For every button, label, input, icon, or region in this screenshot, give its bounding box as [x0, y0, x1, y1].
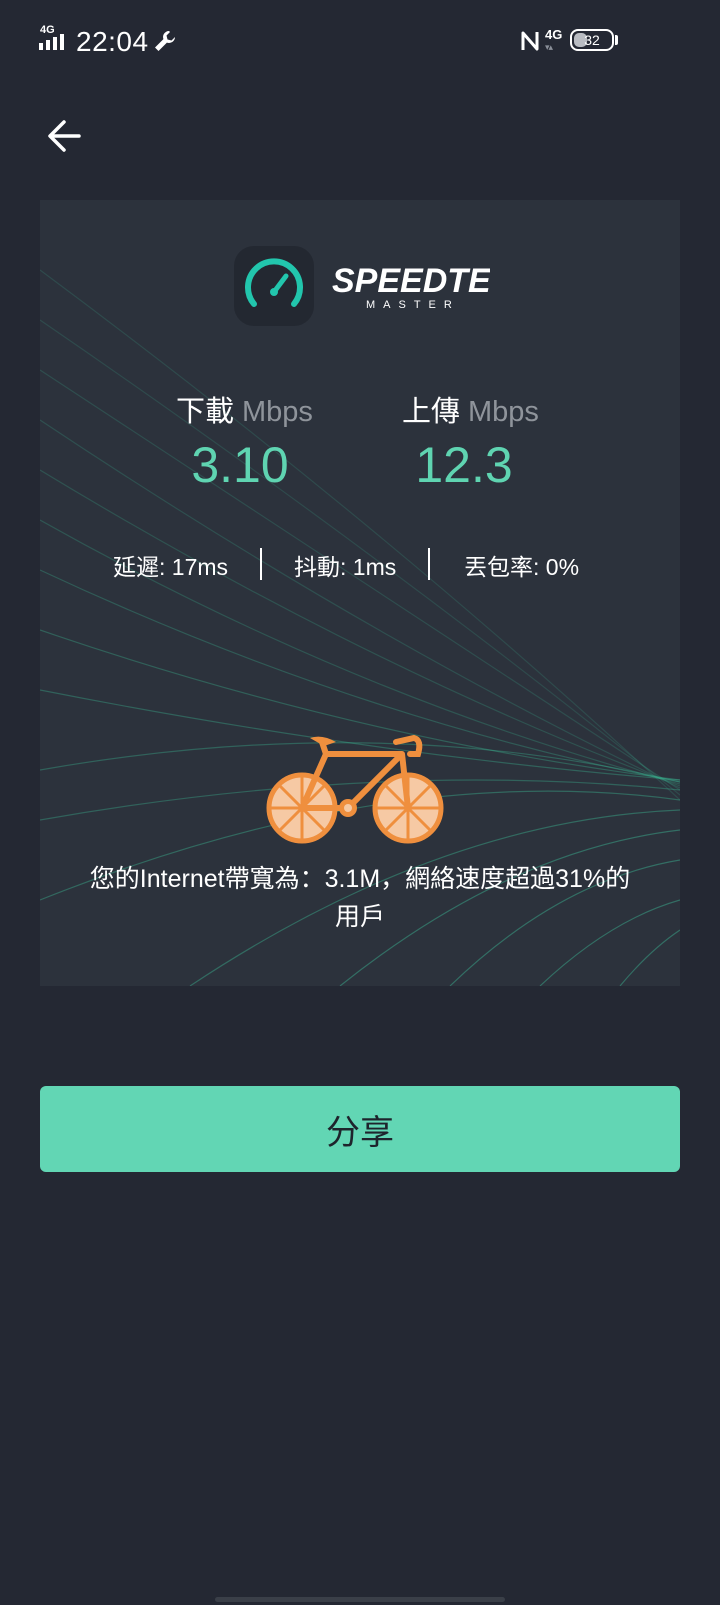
- nfc-icon: [521, 31, 539, 51]
- battery-tip: [615, 35, 618, 45]
- logo-sub: MASTER: [366, 299, 460, 311]
- packet-loss-stat: 丟包率: 0%: [464, 554, 580, 580]
- result-card: SPEEDTEST MASTER 下載Mbps 3.10 上傳Mbps 12.3…: [40, 200, 680, 986]
- download-value: 3.10: [191, 437, 289, 493]
- bicycle-icon: [266, 734, 444, 844]
- upload-header: 上傳 Mbps: [402, 388, 539, 430]
- logo-brand: SPEEDTEST: [332, 262, 490, 300]
- download-unit: Mbps: [242, 396, 313, 428]
- latency-stat: 延遲: 17ms: [113, 554, 229, 580]
- share-button[interactable]: 分享: [40, 1086, 680, 1172]
- network-type-right: 4G ▾▴: [545, 27, 563, 52]
- upload-label: 上傳: [402, 396, 461, 428]
- battery-icon: 32: [570, 29, 614, 51]
- clock: 22:04: [76, 26, 149, 57]
- app-logo-icon: [234, 246, 314, 326]
- battery-level: 32: [584, 32, 600, 48]
- status-bar: 4G 22:04 4G ▾▴ 32: [0, 0, 720, 80]
- caption-line-1: 您的Internet帶寬為：3.1M，網絡速度超過31%的: [89, 865, 631, 893]
- jitter-stat: 抖動: 1ms: [294, 554, 397, 580]
- home-indicator[interactable]: [215, 1597, 505, 1602]
- stat-divider: [428, 548, 430, 580]
- speedtest-master-logo: SPEEDTEST MASTER: [332, 262, 490, 311]
- upload-unit: Mbps: [468, 396, 539, 428]
- download-header: 下載 Mbps: [176, 388, 313, 430]
- speedometer-icon: [245, 258, 303, 307]
- caption-line-2: 用戶: [334, 903, 385, 931]
- stat-divider: [260, 548, 262, 580]
- download-label: 下載: [176, 396, 235, 428]
- wrench-icon: [155, 31, 175, 51]
- upload-value: 12.3: [415, 437, 513, 493]
- back-arrow-icon[interactable]: [44, 116, 84, 156]
- bandwidth-caption: 您的Internet帶寬為：3.1M，網絡速度超過31%的 用戶: [60, 860, 660, 936]
- signal-icon: [39, 34, 64, 50]
